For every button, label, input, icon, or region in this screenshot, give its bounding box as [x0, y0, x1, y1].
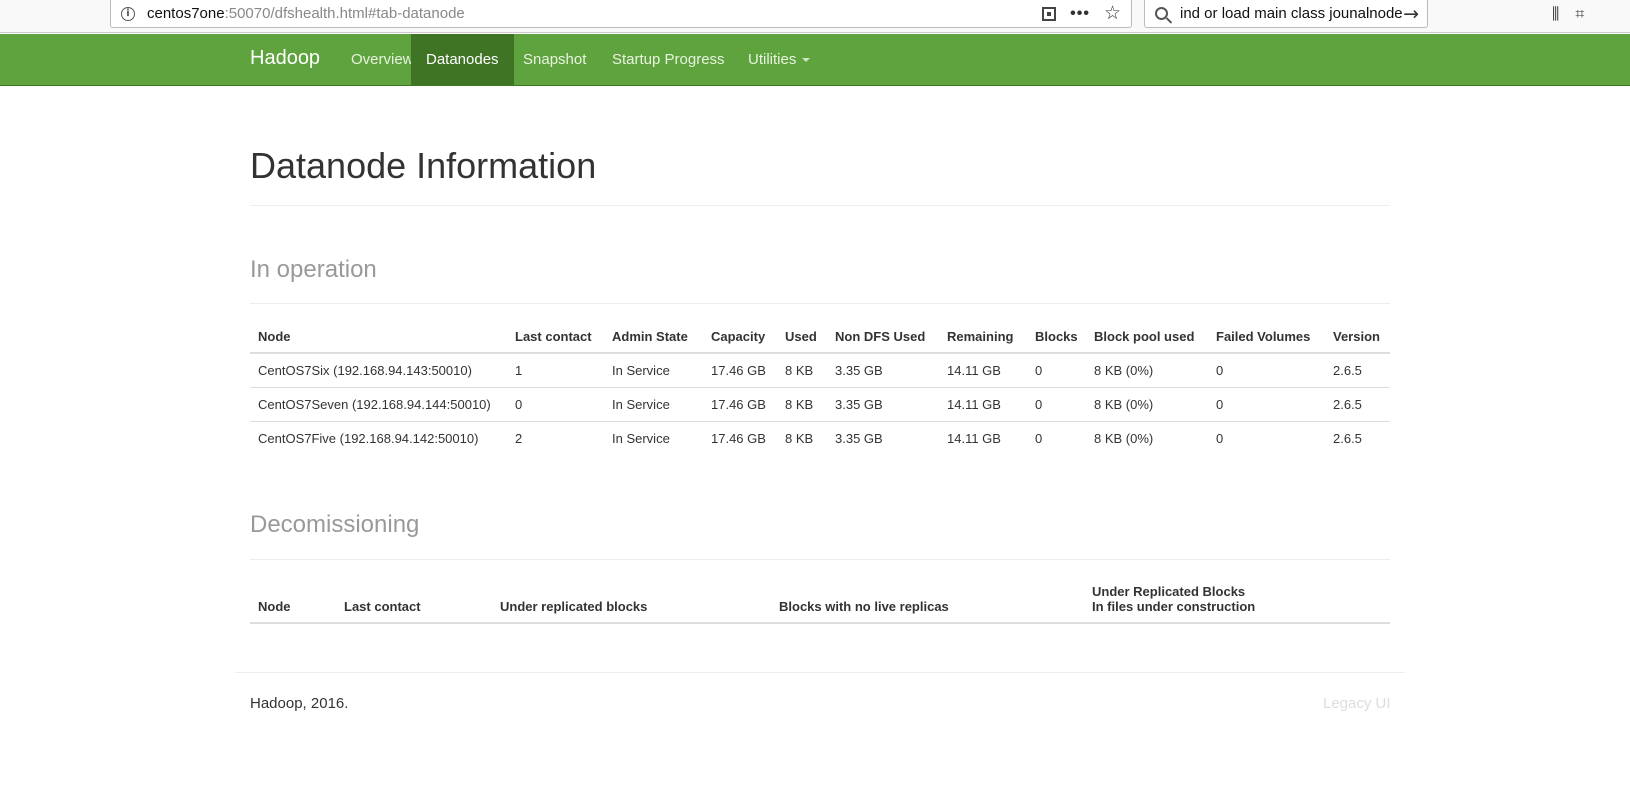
browser-toolbar: i centos7one:50070/dfshealth.html#tab-da… [0, 0, 1630, 33]
section-decommissioning-title: Decomissioning [250, 511, 420, 538]
title-divider [250, 205, 1390, 206]
table-cell: 17.46 GB [711, 362, 766, 378]
top-navbar: Hadoop Overview Datanodes Snapshot Start… [0, 34, 1630, 86]
column-header: Capacity [703, 321, 777, 354]
column-header: Node [250, 321, 507, 354]
qr-code-icon[interactable] [1042, 6, 1057, 21]
decommissioning-divider [250, 559, 1390, 560]
column-header: Non DFS Used [827, 321, 939, 354]
table-cell: 0 [507, 386, 604, 421]
in-operation-divider [250, 303, 1390, 304]
table-cell: 3.35 GB [835, 362, 883, 378]
column-header: Admin State [604, 321, 703, 354]
table-cell: 0 [1216, 362, 1224, 378]
url-host: centos7one [147, 5, 225, 22]
table-cell: 0 [1208, 386, 1325, 421]
column-header-line: In files under construction [1092, 599, 1256, 614]
table-row: CentOS7Five (192.168.94.142:50010) 2 In Se… [250, 420, 1390, 455]
table-header-row: Node Last contact Admin State Capacity Used N… [250, 321, 1390, 354]
search-bar[interactable]: ind or load main class jounalnode → [1144, 0, 1428, 28]
table-cell: 2.6.5 [1325, 420, 1390, 455]
table-cell: In Service [604, 386, 703, 421]
section-in-operation-title: In operation [250, 256, 377, 283]
table-cell: 2 [507, 420, 604, 455]
table-cell: 2.6.5 [1325, 386, 1390, 421]
table-cell: 8 KB (0%) [1086, 386, 1208, 421]
column-header-line: Under Replicated Blocks [1092, 584, 1246, 599]
table-cell: 14.11 GB [947, 362, 1001, 378]
footer-divider [235, 672, 1405, 673]
column-header: Under replicated blocks [492, 576, 771, 624]
in-operation-table: Node Last contact Admin State Capacity Used N… [250, 321, 1390, 455]
decommissioning-table: Node Last contact Under replicated block… [250, 576, 1390, 624]
table-row: CentOS7Seven (192.168.94.144:50010) 0 In S… [250, 386, 1390, 421]
table-cell: 8 KB [777, 386, 827, 421]
table-row: CentOS7Six (192.168.94.143:50010) 1 In Ser… [250, 353, 1390, 387]
table-cell: CentOS7Seven (192.168.94.144:50010) [250, 386, 507, 421]
footer-copyright: Hadoop, 2016. [250, 695, 349, 712]
column-header: Under Replicated Blocks In files under co… [1084, 576, 1390, 624]
table-cell: 3.35 GB [827, 420, 939, 455]
column-header: Blocks [1027, 321, 1086, 354]
more-actions-icon[interactable]: ••• [1070, 5, 1090, 22]
bookmark-star-icon[interactable]: ☆ [1104, 4, 1121, 23]
table-cell: 0 [1027, 386, 1086, 421]
page-title: Datanode Information [250, 145, 597, 186]
column-header: Last contact [507, 321, 604, 354]
table-cell: CentOS7Five (192.168.94.142:50010) [250, 420, 507, 455]
table-cell: 3.35 GB [827, 386, 939, 421]
column-header: Failed Volumes [1208, 321, 1325, 354]
arrow-right-icon[interactable]: → [1403, 3, 1419, 25]
nav-startup-progress[interactable]: Startup Progress [597, 34, 740, 85]
info-icon[interactable]: i [121, 6, 135, 21]
column-header: Remaining [939, 321, 1027, 354]
table-cell: 0 [1208, 420, 1325, 455]
nav-snapshot[interactable]: Snapshot [508, 34, 601, 85]
nav-utilities[interactable]: Utilities [733, 34, 825, 85]
table-cell: 17.46 GB [703, 420, 777, 455]
table-cell: 8 KB [777, 420, 827, 455]
table-cell: 2.6.5 [1333, 362, 1362, 378]
url-bar[interactable]: i centos7one:50070/dfshealth.html#tab-da… [110, 0, 1132, 28]
table-cell: In Service [612, 362, 670, 378]
table-cell: 0 [1035, 362, 1043, 378]
table-header-row: Node Last contact Under replicated block… [250, 576, 1390, 624]
table-cell: 17.46 GB [703, 386, 777, 421]
column-header: Last contact [336, 576, 492, 624]
column-header: Node [250, 576, 336, 624]
brand-logo[interactable]: Hadoop [250, 47, 320, 70]
table-cell: 8 KB [785, 362, 814, 378]
table-cell: 8 KB (0%) [1094, 362, 1154, 378]
table-cell: 1 [515, 362, 523, 378]
screenshot-icon[interactable]: ⌗ [1575, 4, 1584, 24]
table-cell: CentOS7Six (192.168.94.143:50010) [258, 362, 472, 378]
table-cell: 8 KB (0%) [1086, 420, 1208, 455]
library-icon[interactable]: ⫼ [1552, 4, 1559, 24]
legacy-ui-link[interactable]: Legacy UI [1323, 695, 1391, 712]
nav-utilities-label: Utilities [748, 51, 797, 68]
nav-datanodes[interactable]: Datanodes [411, 34, 514, 85]
caret-down-icon [802, 58, 811, 63]
url-path: :50070/dfshealth.html#tab-datanode [224, 5, 465, 22]
url-text[interactable]: centos7one:50070/dfshealth.html#tab-data… [147, 5, 465, 22]
column-header: Version [1325, 321, 1390, 354]
table-cell: 14.11 GB [939, 386, 1027, 421]
column-header: Block pool used [1086, 321, 1208, 354]
column-header: Blocks with no live replicas [771, 576, 1084, 624]
column-header: Used [777, 321, 827, 354]
table-cell: 14.11 GB [939, 420, 1027, 455]
search-icon [1155, 7, 1168, 20]
table-cell: 0 [1027, 420, 1086, 455]
search-input[interactable]: ind or load main class jounalnode [1180, 5, 1403, 22]
table-cell: In Service [604, 420, 703, 455]
